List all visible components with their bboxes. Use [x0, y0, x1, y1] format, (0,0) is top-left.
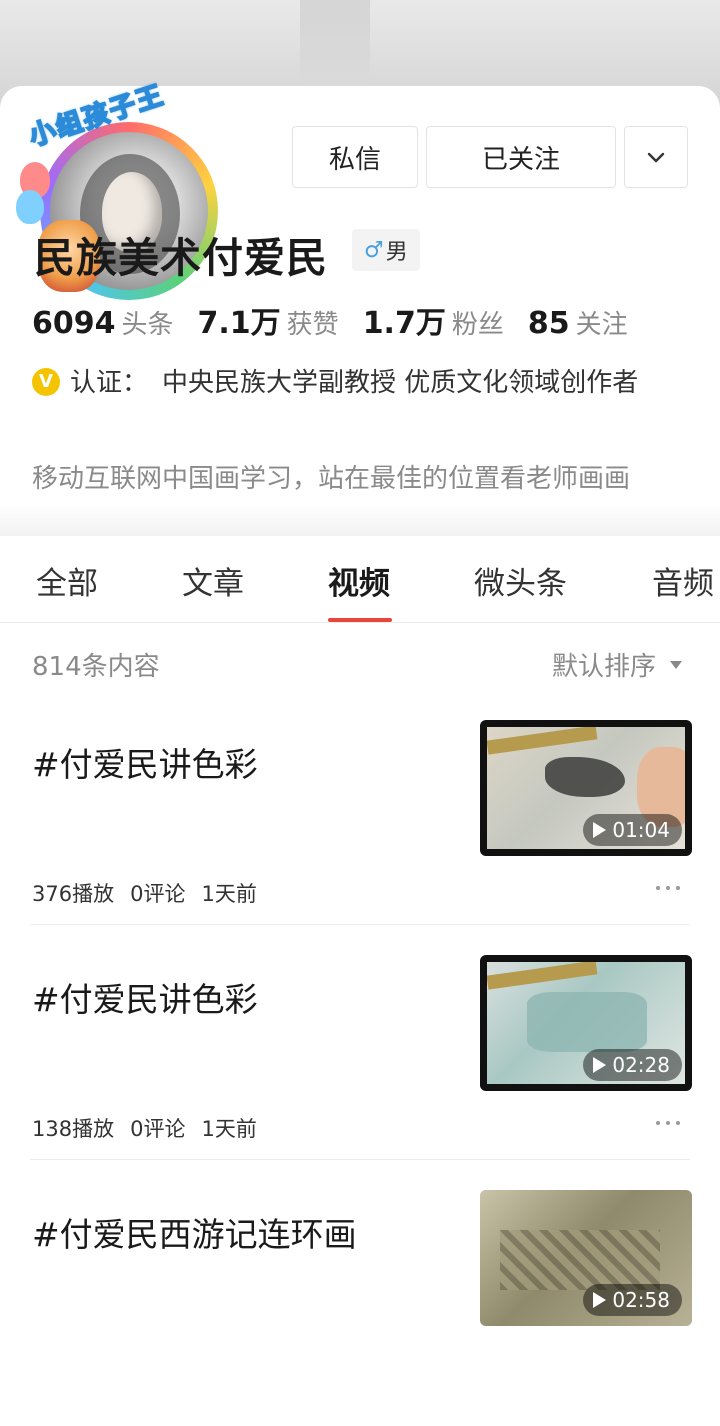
- content-tabs: 全部 文章 视频 微头条 音频: [0, 536, 720, 623]
- post-time: 1天前: [201, 1117, 257, 1141]
- caret-down-icon: [670, 660, 683, 669]
- active-tab-indicator: [328, 618, 392, 622]
- sort-label: 默认排序: [552, 652, 657, 682]
- video-title: #付爱民讲色彩: [32, 980, 258, 1019]
- video-thumbnail[interactable]: 02:28: [480, 955, 692, 1091]
- stat-posts[interactable]: 6094 头条: [32, 304, 174, 341]
- play-icon: [593, 822, 607, 838]
- tab-all[interactable]: 全部: [36, 558, 98, 603]
- video-duration: 01:04: [583, 814, 682, 846]
- following-button[interactable]: 已关注: [426, 126, 616, 188]
- stat-likes[interactable]: 7.1万 获赞: [198, 298, 339, 342]
- message-button[interactable]: 私信: [292, 126, 418, 188]
- content-count: 814条内容: [32, 652, 160, 682]
- play-count: 138播放: [32, 1117, 115, 1141]
- section-divider: [0, 504, 720, 536]
- more-options-button[interactable]: [624, 126, 688, 188]
- comment-count: 0评论: [130, 882, 186, 906]
- tab-audio[interactable]: 音频: [652, 558, 714, 603]
- more-icon[interactable]: [656, 886, 686, 890]
- video-title: #付爱民西游记连环画: [32, 1215, 357, 1254]
- video-title: #付爱民讲色彩: [32, 745, 258, 784]
- profile-name: 民族美术付爱民: [34, 234, 328, 282]
- tab-articles[interactable]: 文章: [182, 558, 244, 603]
- list-item[interactable]: #付爱民讲色彩 01:04 376播放 0评论 1天前: [0, 720, 720, 956]
- sort-dropdown[interactable]: 默认排序: [552, 646, 683, 683]
- play-icon: [593, 1057, 607, 1073]
- stat-following[interactable]: 85 关注: [528, 304, 628, 341]
- more-icon[interactable]: [656, 1121, 686, 1125]
- gender-tag: ♂ 男: [352, 229, 420, 271]
- video-duration: 02:58: [583, 1284, 682, 1316]
- balloon-decoration: [16, 190, 44, 224]
- list-item[interactable]: #付爱民西游记连环画 02:58: [0, 1190, 720, 1426]
- verify-label: 认证：: [70, 368, 149, 398]
- play-count: 376播放: [32, 882, 115, 906]
- divider: [30, 924, 690, 925]
- stat-fans[interactable]: 1.7万 粉丝: [363, 298, 504, 342]
- list-item[interactable]: #付爱民讲色彩 02:28 138播放 0评论 1天前: [0, 955, 720, 1191]
- play-icon: [593, 1292, 607, 1308]
- tab-videos[interactable]: 视频: [328, 558, 390, 603]
- gender-label: 男: [385, 240, 408, 265]
- divider: [30, 1159, 690, 1160]
- profile-bio: 移动互联网中国画学习，站在最佳的位置看老师画画: [32, 464, 631, 494]
- male-icon: ♂: [364, 237, 384, 263]
- video-meta: 376播放 0评论 1天前: [32, 878, 273, 908]
- verified-icon: V: [32, 367, 60, 396]
- tab-micro-posts[interactable]: 微头条: [474, 558, 567, 603]
- chevron-down-icon: [647, 152, 665, 163]
- verify-text: 中央民族大学副教授 优质文化领域创作者: [162, 368, 639, 398]
- profile-stats: 6094 头条 7.1万 获赞 1.7万 粉丝 85 关注: [32, 298, 652, 342]
- comment-count: 0评论: [130, 1117, 186, 1141]
- post-time: 1天前: [201, 882, 257, 906]
- video-thumbnail[interactable]: 02:58: [480, 1190, 692, 1326]
- verification-info: V 认证： 中央民族大学副教授 优质文化领域创作者: [32, 364, 652, 402]
- profile-card: 小组孩子王 私信 已关注 民族美术付爱民 ♂ 男 6094 头条 7.1万 获赞…: [0, 79, 720, 1326]
- video-meta: 138播放 0评论 1天前: [32, 1113, 273, 1143]
- video-thumbnail[interactable]: 01:04: [480, 720, 692, 856]
- video-duration: 02:28: [583, 1049, 682, 1081]
